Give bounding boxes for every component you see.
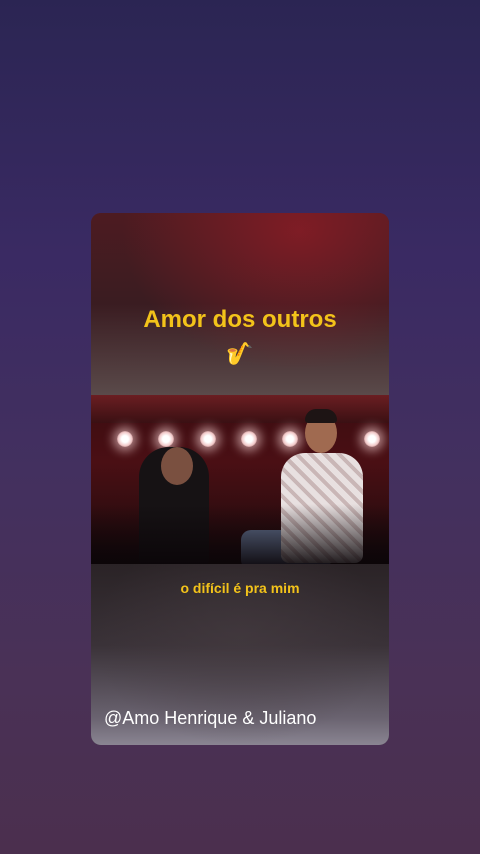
saxophone-icon: 🎷 [226, 341, 254, 366]
video-card[interactable]: Amor dos outros 🎷 o difícil é pra mim @A… [91, 213, 389, 745]
stage-light [200, 431, 216, 447]
stage-light [117, 431, 133, 447]
stage-light [241, 431, 257, 447]
stage-light [364, 431, 380, 447]
lower-area: o difícil é pra mim @Amo Henrique & Juli… [91, 564, 389, 745]
performer-left-head [161, 447, 193, 485]
lyric-subtitle: o difícil é pra mim [180, 580, 300, 596]
crowd-background [91, 395, 389, 423]
artist-handle: @Amo Henrique & Juliano [104, 708, 317, 728]
song-title: Amor dos outros [143, 306, 337, 333]
title-area: Amor dos outros 🎷 [91, 213, 389, 395]
stage-light [158, 431, 174, 447]
stage-light [282, 431, 298, 447]
performer-right-hair [305, 409, 337, 423]
stage-shadow [91, 504, 389, 564]
video-frame[interactable] [91, 395, 389, 564]
